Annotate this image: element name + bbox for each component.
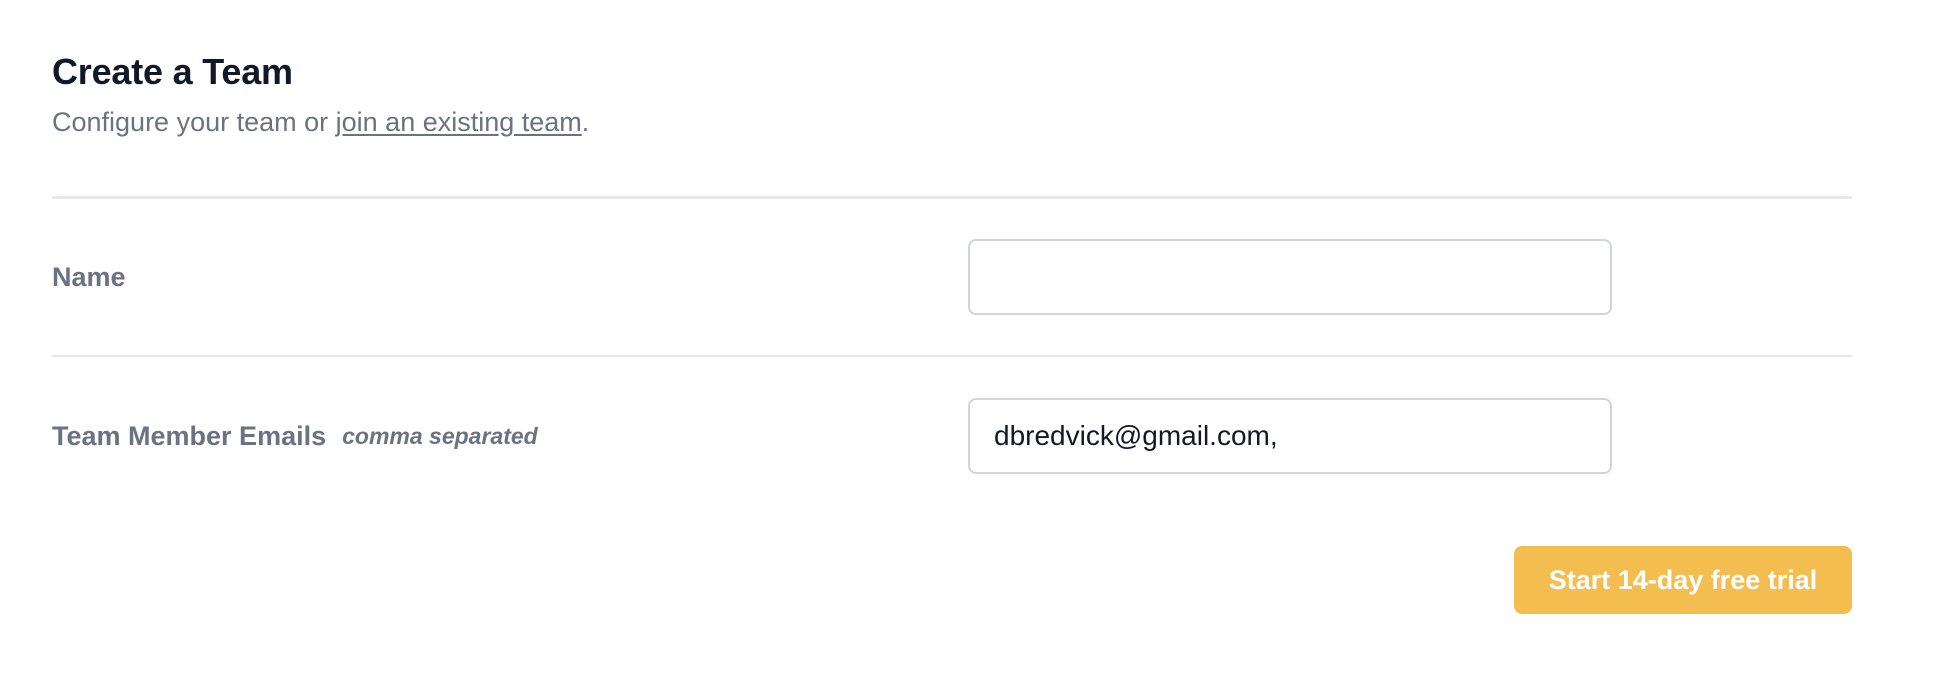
subtitle-period: . <box>581 107 590 137</box>
name-label: Name <box>52 239 126 315</box>
emails-row: Team Member Emails comma separated <box>52 398 1852 474</box>
header-divider <box>52 196 1852 199</box>
subtitle-text: Configure your team or <box>52 107 336 137</box>
page-title: Create a Team <box>52 51 293 92</box>
join-existing-team-link[interactable]: join an existing team <box>336 107 582 137</box>
name-input[interactable] <box>968 239 1612 315</box>
name-label-text: Name <box>52 261 126 292</box>
start-trial-button[interactable]: Start 14-day free trial <box>1514 546 1852 614</box>
emails-label-text: Team Member Emails <box>52 420 327 451</box>
create-team-page: Create a Team Configure your team or joi… <box>0 0 1952 696</box>
page-subtitle: Configure your team or join an existing … <box>52 102 1852 142</box>
name-row: Name <box>52 239 1852 315</box>
emails-hint: comma separated <box>342 422 538 449</box>
row-divider <box>52 355 1852 357</box>
emails-label: Team Member Emails comma separated <box>52 398 538 474</box>
emails-input[interactable] <box>968 398 1612 474</box>
page-header: Create a Team Configure your team or joi… <box>52 48 1852 142</box>
